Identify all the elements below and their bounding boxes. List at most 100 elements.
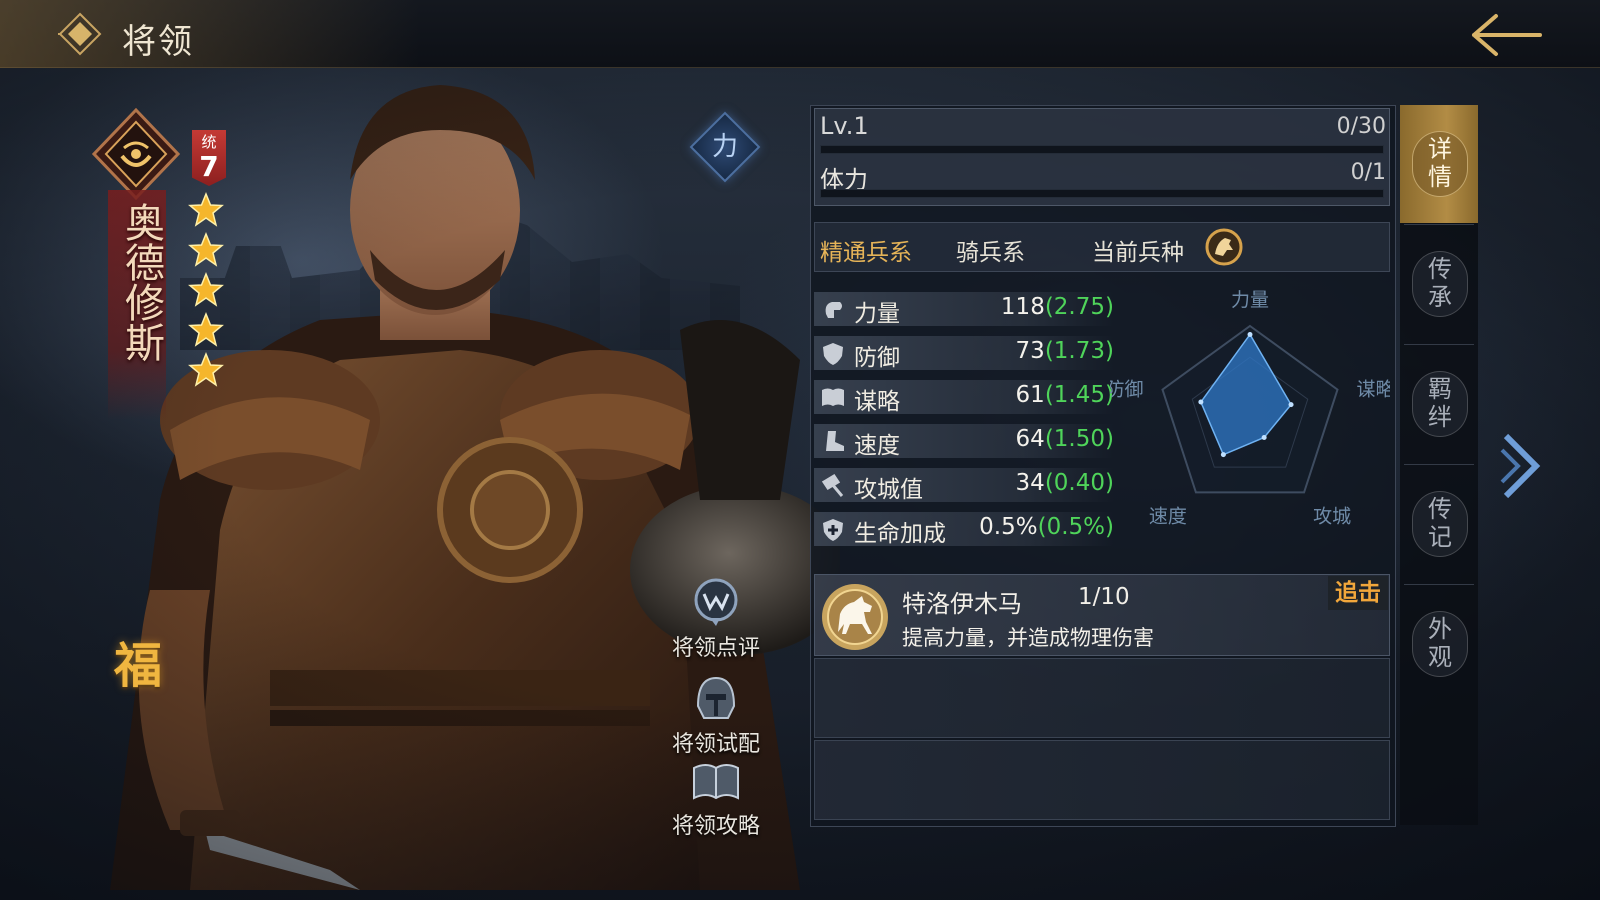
tab-label: 传 记 (1428, 495, 1452, 551)
radar-axis-label: 防御 (1110, 379, 1144, 401)
stat-value: 34 (1015, 470, 1045, 496)
side-tab[interactable]: 传 承 (1400, 225, 1478, 343)
stat-value-group: 34(0.40) (1016, 470, 1114, 496)
action-label: 将领点评 (671, 636, 760, 661)
stat-value: 61 (1015, 382, 1045, 408)
stat-name: 生命加成 (854, 521, 946, 547)
star-rating (188, 192, 228, 392)
stat-row: 防御 73(1.73) (814, 336, 1114, 371)
stat-growth: (1.45) (1044, 382, 1114, 408)
shield-icon (823, 343, 843, 365)
stat-name: 力量 (854, 301, 900, 327)
stat-growth: (1.50) (1044, 426, 1114, 452)
radar-point (1261, 434, 1267, 440)
fist-icon (825, 302, 842, 318)
radar-axis-label: 力量 (1231, 290, 1269, 311)
star-icon (188, 232, 224, 267)
stat-row: 力量 118(2.75) (814, 292, 1114, 327)
book-icon (693, 764, 739, 800)
hero-review-button[interactable]: 将领点评 (656, 576, 776, 662)
page-title: 将领 (122, 22, 194, 62)
boot-icon (826, 431, 844, 451)
troop-mastery-value: 骑兵系 (956, 240, 1025, 266)
radar-point (1220, 452, 1226, 458)
stat-growth: (0.5%) (1037, 514, 1114, 540)
skill-tag: 追击 (1328, 576, 1388, 610)
empty-skill-slot[interactable] (814, 740, 1390, 820)
troop-mastery-label: 精通兵系 (820, 240, 912, 266)
current-troop-label: 当前兵种 (1092, 240, 1184, 266)
title-emblem-icon (58, 12, 102, 56)
stat-growth: (0.40) (1044, 470, 1114, 496)
side-tab[interactable]: 羁 绊 (1400, 345, 1478, 463)
radar-point (1288, 402, 1294, 408)
comment-icon (694, 578, 738, 626)
tab-label: 外 观 (1428, 615, 1452, 671)
exp-bar (820, 145, 1384, 154)
stat-value: 73 (1015, 338, 1045, 364)
stat-name: 谋略 (854, 389, 900, 415)
level-progress-text: 0/30 (1336, 114, 1386, 139)
tab-label: 传 承 (1428, 255, 1452, 311)
radar-point (1198, 399, 1204, 405)
tab-divider (1404, 584, 1474, 585)
stat-value-group: 73(1.73) (1016, 338, 1114, 364)
stat-name: 防御 (854, 345, 900, 371)
hero-trial-button[interactable]: 将领试配 (656, 672, 776, 758)
top-bar (0, 0, 1600, 68)
stat-row: 生命加成 0.5%(0.5%) (814, 512, 1114, 547)
stat-value-group: 64(1.50) (1016, 426, 1114, 452)
star-icon (188, 312, 224, 347)
star-icon (188, 352, 224, 387)
stat-row: 攻城值 34(0.40) (814, 468, 1114, 503)
stat-value-group: 118(2.75) (1001, 294, 1114, 320)
stat-growth: (2.75) (1044, 294, 1114, 320)
stat-name: 速度 (854, 433, 900, 459)
stat-row: 速度 64(1.50) (814, 424, 1114, 459)
stat-growth: (1.73) (1044, 338, 1114, 364)
stat-radar-chart: 力量谋略攻城 速度 防御 (1110, 290, 1390, 527)
command-value: 7 (199, 150, 219, 183)
heart-shield-icon (823, 519, 843, 541)
command-label: 统 (201, 133, 217, 151)
hero-name: 奥德修斯 (118, 202, 164, 362)
back-arrow-icon[interactable] (1468, 10, 1548, 60)
stat-value: 0.5% (979, 514, 1038, 540)
stat-name: 攻城值 (854, 477, 923, 503)
tab-label: 羁 绊 (1428, 375, 1452, 431)
book-icon (822, 388, 844, 406)
horse-icon (822, 584, 888, 650)
helmet-icon (696, 676, 736, 719)
side-tab[interactable]: 详 情 (1400, 105, 1478, 223)
skill-name: 特洛伊木马 (902, 590, 1022, 618)
radar-axis-label: 谋略 (1356, 379, 1390, 401)
stamina-progress-text: 0/1 (1350, 160, 1386, 185)
side-tab[interactable]: 传 记 (1400, 465, 1478, 583)
stamina-bar (820, 189, 1384, 198)
stat-value-group: 61(1.45) (1016, 382, 1114, 408)
hero-guide-button[interactable]: 将领攻略 (656, 754, 776, 840)
stat-row: 谋略 61(1.45) (814, 380, 1114, 415)
radar-point (1247, 331, 1253, 337)
stat-value: 64 (1015, 426, 1045, 452)
cavalry-icon[interactable] (1205, 228, 1243, 266)
skill-description: 提高力量，并造成物理伤害 (902, 626, 1154, 650)
star-icon (188, 192, 224, 227)
side-tab[interactable]: 外 观 (1400, 585, 1478, 703)
radar-axis-label: 速度 (1149, 505, 1187, 527)
tab-divider (1404, 344, 1474, 345)
type-label: 力 (711, 132, 738, 162)
tab-divider (1404, 464, 1474, 465)
fortune-character: 福 (114, 638, 163, 694)
next-hero-arrow-icon[interactable] (1500, 430, 1544, 502)
star-icon (188, 272, 224, 307)
skill-level: 1/10 (1078, 584, 1130, 610)
stat-value: 118 (1000, 294, 1045, 320)
command-tag: 统 7 (192, 130, 226, 186)
empty-skill-slot[interactable] (814, 658, 1390, 738)
radar-axis-label: 攻城 (1313, 505, 1351, 527)
level-label: Lv.1 (820, 112, 869, 140)
tab-divider (1404, 224, 1474, 225)
stat-value-group: 0.5%(0.5%) (979, 514, 1114, 540)
hammer-icon (821, 473, 844, 497)
